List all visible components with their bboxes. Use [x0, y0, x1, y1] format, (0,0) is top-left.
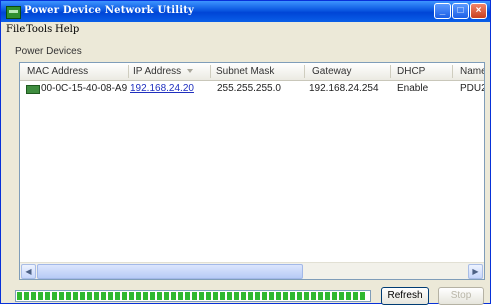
- menu-file[interactable]: File: [6, 24, 25, 35]
- menu-help[interactable]: Help: [55, 24, 79, 35]
- minimize-button[interactable]: _: [434, 3, 451, 19]
- column-header-subnet-mask[interactable]: Subnet Mask: [216, 66, 274, 77]
- column-header-ip-address[interactable]: IP Address: [133, 66, 181, 77]
- column-divider[interactable]: [452, 65, 453, 78]
- power-device-icon: [6, 6, 21, 19]
- cell-mac-address: 00-0C-15-40-08-A9: [41, 83, 128, 94]
- power-devices-label: Power Devices: [15, 46, 82, 57]
- horizontal-scrollbar[interactable]: ◀ ▶: [20, 262, 484, 279]
- cell-gateway: 192.168.24.254: [309, 83, 379, 94]
- stop-button[interactable]: Stop: [438, 287, 484, 305]
- network-device-icon: [26, 85, 40, 94]
- table-row[interactable]: 00-0C-15-40-08-A9 192.168.24.20 255.255.…: [20, 81, 484, 96]
- column-divider[interactable]: [304, 65, 305, 78]
- sort-descending-arrow-icon: [187, 69, 193, 73]
- cell-ip-address[interactable]: 192.168.24.20: [130, 83, 194, 94]
- progress-bar-fill: [17, 292, 365, 300]
- window-title: Power Device Network Utility: [24, 5, 195, 16]
- column-header-gateway[interactable]: Gateway: [312, 66, 351, 77]
- column-divider[interactable]: [390, 65, 391, 78]
- column-header-name[interactable]: Name: [460, 66, 484, 77]
- column-divider[interactable]: [128, 65, 129, 78]
- cell-subnet-mask: 255.255.255.0: [217, 83, 281, 94]
- scroll-left-arrow-icon[interactable]: ◀: [21, 264, 36, 279]
- scrollbar-thumb[interactable]: [37, 264, 303, 279]
- progress-bar: [15, 290, 371, 302]
- scroll-right-arrow-icon[interactable]: ▶: [468, 264, 483, 279]
- close-button[interactable]: ×: [470, 3, 487, 19]
- column-divider[interactable]: [210, 65, 211, 78]
- cell-dhcp: Enable: [397, 83, 429, 94]
- column-header-mac-address[interactable]: MAC Address: [27, 66, 88, 77]
- title-bar[interactable]: Power Device Network Utility _ □ ×: [1, 1, 490, 22]
- column-header-dhcp[interactable]: DHCP: [397, 66, 425, 77]
- maximize-button[interactable]: □: [452, 3, 469, 19]
- cell-name: PDU2: [460, 83, 485, 94]
- list-header: MAC Address IP Address Subnet Mask Gatew…: [20, 63, 484, 81]
- refresh-button[interactable]: Refresh: [381, 287, 429, 305]
- menu-bar: File Tools Help: [1, 22, 490, 38]
- app-window: Power Device Network Utility _ □ × File …: [0, 0, 491, 305]
- device-list[interactable]: MAC Address IP Address Subnet Mask Gatew…: [19, 62, 485, 280]
- menu-tools[interactable]: Tools: [26, 24, 52, 35]
